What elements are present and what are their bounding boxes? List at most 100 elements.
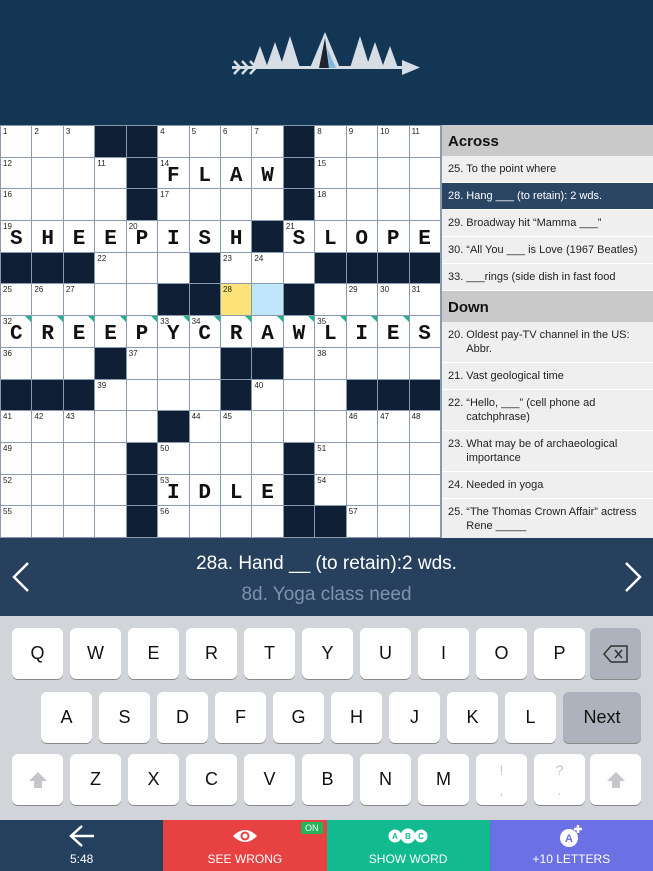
grid-cell[interactable]: 51 — [315, 442, 346, 474]
grid-cell[interactable] — [32, 316, 63, 347]
across-clue[interactable]: 30. “All You ___ is Love (1967 Beatles) — [442, 237, 653, 264]
grid-cell[interactable]: 38 — [315, 347, 346, 379]
across-clue[interactable]: 33. ___rings (side dish in fast food — [442, 264, 653, 291]
grid-cell[interactable] — [252, 316, 283, 347]
key-h[interactable]: H — [331, 692, 382, 743]
grid-cell[interactable] — [409, 474, 440, 506]
grid-cell[interactable] — [409, 347, 440, 379]
add-letters-button[interactable]: A +10 LETTERS — [489, 820, 653, 871]
show-word-button[interactable]: ABC SHOW WORD — [326, 820, 490, 871]
key-i[interactable]: I — [418, 628, 469, 679]
grid-cell[interactable]: 27 — [63, 284, 95, 316]
grid-cell[interactable] — [189, 506, 220, 537]
grid-cell[interactable] — [189, 221, 220, 252]
grid-cell[interactable] — [95, 411, 126, 442]
grid-cell[interactable] — [95, 506, 126, 537]
key-j[interactable]: J — [389, 692, 440, 743]
grid-cell[interactable] — [221, 316, 252, 347]
key-b[interactable]: B — [302, 754, 353, 805]
grid-cell[interactable]: 52 — [1, 474, 32, 506]
grid-cell[interactable]: 55 — [1, 506, 32, 537]
grid-cell[interactable] — [283, 316, 315, 347]
grid-cell[interactable]: 5 — [189, 126, 220, 157]
key-u[interactable]: U — [360, 628, 411, 679]
key-exclamation[interactable]: ! , — [476, 754, 527, 805]
grid-cell[interactable]: 53 — [158, 474, 189, 506]
grid-cell[interactable] — [189, 442, 220, 474]
grid-cell[interactable] — [95, 474, 126, 506]
key-y[interactable]: Y — [302, 628, 353, 679]
grid-cell[interactable] — [409, 221, 440, 252]
grid-cell[interactable] — [95, 442, 126, 474]
grid-cell[interactable] — [221, 442, 252, 474]
grid-cell[interactable] — [346, 474, 378, 506]
grid-cell[interactable]: 11 — [409, 126, 440, 157]
grid-cell[interactable] — [409, 442, 440, 474]
grid-cell[interactable] — [189, 157, 220, 189]
grid-cell[interactable] — [409, 316, 440, 347]
key-o[interactable]: O — [476, 628, 527, 679]
grid-cell[interactable]: 17 — [158, 189, 189, 221]
shift-key-left[interactable] — [12, 754, 63, 805]
grid-cell[interactable] — [32, 442, 63, 474]
grid-cell[interactable] — [126, 252, 158, 284]
grid-cell[interactable] — [158, 379, 189, 411]
grid-cell[interactable] — [346, 442, 378, 474]
grid-cell[interactable] — [63, 506, 95, 537]
grid-cell[interactable]: 44 — [189, 411, 220, 442]
grid-cell[interactable] — [63, 157, 95, 189]
grid-cell[interactable] — [32, 347, 63, 379]
key-question[interactable]: ? . — [534, 754, 585, 805]
grid-cell[interactable] — [63, 316, 95, 347]
down-clue[interactable]: 20. Oldest pay-TV channel in the US: Abbr… — [442, 322, 653, 363]
grid-cell[interactable] — [315, 411, 346, 442]
grid-cell[interactable]: 11 — [95, 157, 126, 189]
grid-cell[interactable] — [283, 411, 315, 442]
key-w[interactable]: W — [70, 628, 121, 679]
see-wrong-button[interactable]: ON SEE WRONG — [163, 820, 327, 871]
grid-cell[interactable] — [283, 252, 315, 284]
grid-cell[interactable]: 2 — [32, 126, 63, 157]
grid-cell[interactable] — [346, 316, 378, 347]
grid-cell[interactable]: 22 — [95, 252, 126, 284]
grid-cell[interactable] — [32, 221, 63, 252]
grid-cell[interactable]: 35 — [315, 316, 346, 347]
grid-cell[interactable]: 50 — [158, 442, 189, 474]
grid-cell[interactable]: 10 — [378, 126, 409, 157]
grid-cell[interactable]: 29 — [346, 284, 378, 316]
grid-cell[interactable]: 8 — [315, 126, 346, 157]
grid-cell[interactable] — [346, 347, 378, 379]
grid-cell[interactable] — [221, 474, 252, 506]
key-m[interactable]: M — [418, 754, 469, 805]
grid-cell[interactable] — [63, 189, 95, 221]
key-d[interactable]: D — [157, 692, 208, 743]
grid-cell[interactable] — [346, 189, 378, 221]
grid-cell[interactable]: 37 — [126, 347, 158, 379]
grid-cell[interactable] — [252, 442, 283, 474]
grid-cell[interactable] — [378, 157, 409, 189]
grid-cell[interactable] — [63, 347, 95, 379]
grid-cell[interactable] — [63, 442, 95, 474]
grid-cell[interactable]: 19 — [1, 221, 32, 252]
grid-cell[interactable] — [126, 316, 158, 347]
grid-cell[interactable] — [126, 284, 158, 316]
grid-cell[interactable]: 21 — [283, 221, 315, 252]
backspace-key[interactable] — [590, 628, 641, 679]
grid-cell[interactable]: 16 — [1, 189, 32, 221]
grid-cell[interactable] — [283, 379, 315, 411]
grid-cell[interactable] — [283, 347, 315, 379]
grid-cell[interactable] — [221, 506, 252, 537]
key-g[interactable]: G — [273, 692, 324, 743]
grid-cell[interactable]: 26 — [32, 284, 63, 316]
grid-cell[interactable]: 46 — [346, 411, 378, 442]
grid-cell[interactable]: 48 — [409, 411, 440, 442]
grid-cell[interactable] — [378, 316, 409, 347]
grid-cell[interactable]: 23 — [221, 252, 252, 284]
key-n[interactable]: N — [360, 754, 411, 805]
grid-cell[interactable]: 45 — [221, 411, 252, 442]
grid-cell[interactable]: 56 — [158, 506, 189, 537]
grid-cell[interactable]: 34 — [189, 316, 220, 347]
across-clue[interactable]: 29. Broadway hit “Mamma ___” — [442, 210, 653, 237]
key-q[interactable]: Q — [12, 628, 63, 679]
grid-cell[interactable] — [409, 506, 440, 537]
